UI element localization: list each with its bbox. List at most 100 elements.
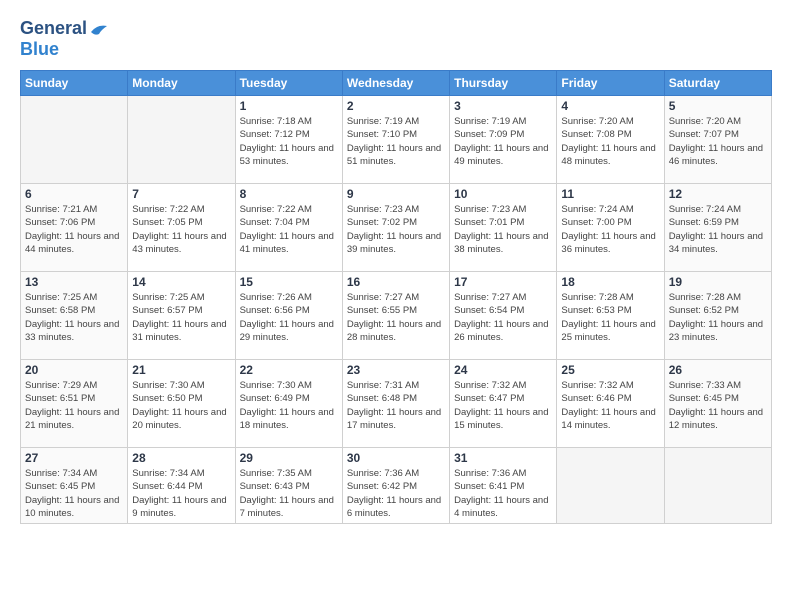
- week-row-4: 20 Sunrise: 7:29 AM Sunset: 6:51 PM Dayli…: [21, 360, 772, 448]
- day-info: Sunrise: 7:29 AM Sunset: 6:51 PM Dayligh…: [25, 379, 123, 432]
- day-number: 8: [240, 187, 338, 201]
- calendar-cell: 3Sunrise: 7:19 AM Sunset: 7:09 PM Daylig…: [450, 96, 557, 184]
- calendar-cell: 24Sunrise: 7:32 AM Sunset: 6:47 PM Dayli…: [450, 360, 557, 448]
- day-info: Sunrise: 7:32 AM Sunset: 6:46 PM Dayligh…: [561, 379, 659, 432]
- day-info: Sunrise: 7:27 AM Sunset: 6:54 PM Dayligh…: [454, 291, 552, 344]
- calendar-cell: 25 Sunrise: 7:32 AM Sunset: 6:46 PM Dayli…: [557, 360, 664, 448]
- day-number: 27: [25, 451, 123, 465]
- day-header-sunday: Sunday: [21, 71, 128, 96]
- week-row-1: 1 Sunrise: 7:18 AM Sunset: 7:12 PM Daylig…: [21, 96, 772, 184]
- day-number: 28: [132, 451, 230, 465]
- day-number: 5: [669, 99, 767, 113]
- day-info: Sunrise: 7:25 AM Sunset: 6:58 PM Dayligh…: [25, 291, 123, 344]
- day-number: 26: [669, 363, 767, 377]
- day-info: Sunrise: 7:33 AM Sunset: 6:45 PM Dayligh…: [669, 379, 767, 432]
- page: General Blue SundayMondayTuesdayWednesda…: [0, 0, 792, 612]
- day-number: 3: [454, 99, 552, 113]
- day-number: 23: [347, 363, 445, 377]
- day-number: 12: [669, 187, 767, 201]
- calendar-cell: 27 Sunrise: 7:34 AM Sunset: 6:45 PM Dayli…: [21, 448, 128, 524]
- day-number: 18: [561, 275, 659, 289]
- calendar-cell: 7Sunrise: 7:22 AM Sunset: 7:05 PM Daylig…: [128, 184, 235, 272]
- day-number: 15: [240, 275, 338, 289]
- day-header-friday: Friday: [557, 71, 664, 96]
- day-info: Sunrise: 7:20 AM Sunset: 7:07 PM Dayligh…: [669, 115, 767, 168]
- day-info: Sunrise: 7:21 AM Sunset: 7:06 PM Dayligh…: [25, 203, 123, 256]
- day-info: Sunrise: 7:18 AM Sunset: 7:12 PM Dayligh…: [240, 115, 338, 168]
- day-info: Sunrise: 7:35 AM Sunset: 6:43 PM Dayligh…: [240, 467, 338, 520]
- day-info: Sunrise: 7:22 AM Sunset: 7:04 PM Dayligh…: [240, 203, 338, 256]
- day-info: Sunrise: 7:31 AM Sunset: 6:48 PM Dayligh…: [347, 379, 445, 432]
- day-number: 24: [454, 363, 552, 377]
- logo: General Blue: [20, 18, 109, 60]
- day-number: 13: [25, 275, 123, 289]
- day-header-saturday: Saturday: [664, 71, 771, 96]
- day-number: 2: [347, 99, 445, 113]
- calendar-cell: 28Sunrise: 7:34 AM Sunset: 6:44 PM Dayli…: [128, 448, 235, 524]
- day-info: Sunrise: 7:28 AM Sunset: 6:53 PM Dayligh…: [561, 291, 659, 344]
- calendar-cell: 30 Sunrise: 7:36 AM Sunset: 6:42 PM Dayli…: [342, 448, 449, 524]
- calendar-cell: 4Sunrise: 7:20 AM Sunset: 7:08 PM Daylig…: [557, 96, 664, 184]
- day-info: Sunrise: 7:25 AM Sunset: 6:57 PM Dayligh…: [132, 291, 230, 344]
- calendar-cell: [664, 448, 771, 524]
- day-header-monday: Monday: [128, 71, 235, 96]
- day-number: 30: [347, 451, 445, 465]
- calendar-cell: 26 Sunrise: 7:33 AM Sunset: 6:45 PM Dayli…: [664, 360, 771, 448]
- day-info: Sunrise: 7:36 AM Sunset: 6:42 PM Dayligh…: [347, 467, 445, 520]
- calendar-cell: 15 Sunrise: 7:26 AM Sunset: 6:56 PM Dayli…: [235, 272, 342, 360]
- calendar-cell: 20 Sunrise: 7:29 AM Sunset: 6:51 PM Dayli…: [21, 360, 128, 448]
- day-number: 21: [132, 363, 230, 377]
- header: General Blue: [20, 18, 772, 60]
- day-number: 25: [561, 363, 659, 377]
- day-info: Sunrise: 7:34 AM Sunset: 6:45 PM Dayligh…: [25, 467, 123, 520]
- week-row-5: 27 Sunrise: 7:34 AM Sunset: 6:45 PM Dayli…: [21, 448, 772, 524]
- calendar-cell: 2 Sunrise: 7:19 AM Sunset: 7:10 PM Daylig…: [342, 96, 449, 184]
- calendar-cell: [128, 96, 235, 184]
- day-info: Sunrise: 7:26 AM Sunset: 6:56 PM Dayligh…: [240, 291, 338, 344]
- day-info: Sunrise: 7:20 AM Sunset: 7:08 PM Dayligh…: [561, 115, 659, 168]
- calendar-cell: 1 Sunrise: 7:18 AM Sunset: 7:12 PM Daylig…: [235, 96, 342, 184]
- day-info: Sunrise: 7:23 AM Sunset: 7:01 PM Dayligh…: [454, 203, 552, 256]
- calendar-cell: 22Sunrise: 7:30 AM Sunset: 6:49 PM Dayli…: [235, 360, 342, 448]
- calendar-cell: 29Sunrise: 7:35 AM Sunset: 6:43 PM Dayli…: [235, 448, 342, 524]
- day-info: Sunrise: 7:36 AM Sunset: 6:41 PM Dayligh…: [454, 467, 552, 520]
- day-number: 11: [561, 187, 659, 201]
- day-number: 17: [454, 275, 552, 289]
- calendar-cell: 16 Sunrise: 7:27 AM Sunset: 6:55 PM Dayli…: [342, 272, 449, 360]
- calendar-cell: [21, 96, 128, 184]
- day-info: Sunrise: 7:24 AM Sunset: 6:59 PM Dayligh…: [669, 203, 767, 256]
- day-number: 6: [25, 187, 123, 201]
- day-header-wednesday: Wednesday: [342, 71, 449, 96]
- day-number: 31: [454, 451, 552, 465]
- day-header-thursday: Thursday: [450, 71, 557, 96]
- day-number: 14: [132, 275, 230, 289]
- calendar-cell: 18 Sunrise: 7:28 AM Sunset: 6:53 PM Dayli…: [557, 272, 664, 360]
- day-info: Sunrise: 7:28 AM Sunset: 6:52 PM Dayligh…: [669, 291, 767, 344]
- calendar-cell: 19 Sunrise: 7:28 AM Sunset: 6:52 PM Dayli…: [664, 272, 771, 360]
- day-number: 22: [240, 363, 338, 377]
- day-info: Sunrise: 7:27 AM Sunset: 6:55 PM Dayligh…: [347, 291, 445, 344]
- day-info: Sunrise: 7:22 AM Sunset: 7:05 PM Dayligh…: [132, 203, 230, 256]
- calendar-cell: 31 Sunrise: 7:36 AM Sunset: 6:41 PM Dayli…: [450, 448, 557, 524]
- calendar-table: SundayMondayTuesdayWednesdayThursdayFrid…: [20, 70, 772, 524]
- calendar-cell: [557, 448, 664, 524]
- day-number: 16: [347, 275, 445, 289]
- day-info: Sunrise: 7:23 AM Sunset: 7:02 PM Dayligh…: [347, 203, 445, 256]
- day-info: Sunrise: 7:24 AM Sunset: 7:00 PM Dayligh…: [561, 203, 659, 256]
- calendar-cell: 12 Sunrise: 7:24 AM Sunset: 6:59 PM Dayli…: [664, 184, 771, 272]
- calendar-cell: 14 Sunrise: 7:25 AM Sunset: 6:57 PM Dayli…: [128, 272, 235, 360]
- calendar-cell: 13 Sunrise: 7:25 AM Sunset: 6:58 PM Dayli…: [21, 272, 128, 360]
- day-info: Sunrise: 7:30 AM Sunset: 6:50 PM Dayligh…: [132, 379, 230, 432]
- day-header-tuesday: Tuesday: [235, 71, 342, 96]
- calendar-cell: 8 Sunrise: 7:22 AM Sunset: 7:04 PM Daylig…: [235, 184, 342, 272]
- logo-blue: Blue: [20, 39, 59, 59]
- day-number: 20: [25, 363, 123, 377]
- calendar-cell: 10 Sunrise: 7:23 AM Sunset: 7:01 PM Dayli…: [450, 184, 557, 272]
- week-row-3: 13 Sunrise: 7:25 AM Sunset: 6:58 PM Dayli…: [21, 272, 772, 360]
- week-row-2: 6 Sunrise: 7:21 AM Sunset: 7:06 PM Daylig…: [21, 184, 772, 272]
- day-number: 1: [240, 99, 338, 113]
- day-info: Sunrise: 7:19 AM Sunset: 7:10 PM Dayligh…: [347, 115, 445, 168]
- day-number: 10: [454, 187, 552, 201]
- logo-general: General: [20, 18, 87, 39]
- day-number: 19: [669, 275, 767, 289]
